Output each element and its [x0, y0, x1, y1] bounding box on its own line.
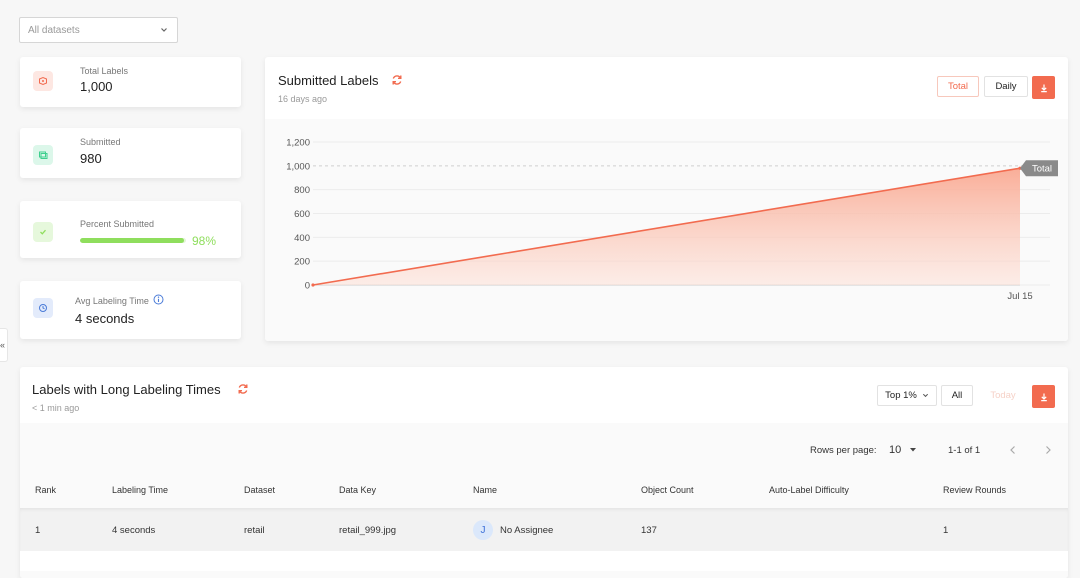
column-header-name[interactable]: Name	[473, 485, 497, 495]
column-header-review-rounds[interactable]: Review Rounds	[943, 485, 1006, 495]
rows-per-page-label: Rows per page:	[810, 445, 877, 456]
stat-label: Total Labels	[80, 66, 129, 76]
column-header-dataset[interactable]: Dataset	[244, 485, 275, 495]
caret-down-icon	[910, 448, 917, 452]
column-header-data-key[interactable]: Data Key	[339, 485, 376, 495]
percent-value: 98%	[192, 234, 217, 248]
stat-card-avg-labeling-time: Avg Labeling Time 4 seconds	[20, 281, 241, 339]
tag-icon	[33, 71, 53, 91]
check-icon	[33, 222, 53, 242]
series-end-tag-label: Total	[1032, 164, 1052, 175]
stat-label: Percent Submitted	[80, 219, 155, 229]
stat-card-percent-submitted: Percent Submitted 98%	[20, 201, 241, 258]
rows-per-page-value: 10	[889, 444, 902, 456]
cell-dataset: retail	[244, 525, 265, 536]
submitted-labels-chart: 0 200 400 600 800 1,000 1,200 Jul 15 Total	[286, 138, 1058, 302]
long-times-title: Labels with Long Labeling Times	[32, 382, 221, 397]
y-tick-label: 1,200	[286, 138, 310, 149]
percent-progress-bar	[80, 238, 186, 243]
submitted-labels-card: Submitted Labels 16 days ago Total Daily…	[265, 57, 1068, 341]
stat-card-total-labels: Total Labels 1,000	[20, 57, 241, 107]
table-header	[20, 475, 1068, 508]
cell-rank: 1	[35, 525, 41, 536]
x-tick-label: Jul 15	[1007, 291, 1032, 302]
cell-labeling-time: 4 seconds	[112, 525, 156, 536]
refresh-icon[interactable]	[237, 383, 249, 395]
avatar: J	[473, 520, 493, 540]
clock-icon	[33, 298, 53, 318]
long-times-updated: < 1 min ago	[32, 403, 80, 413]
table-footer-strip	[20, 551, 1068, 571]
info-icon[interactable]	[153, 294, 164, 305]
stat-value: 1,000	[80, 79, 113, 94]
page-range: 1-1 of 1	[948, 445, 981, 456]
stat-label: Avg Labeling Time	[75, 296, 149, 306]
stat-value: 980	[80, 151, 102, 166]
double-chevron-left-icon: «	[0, 340, 6, 350]
cell-name: No Assignee	[500, 525, 554, 536]
cell-data-key[interactable]: retail_999.jpg	[339, 525, 396, 536]
y-tick-label: 200	[294, 257, 310, 268]
dataset-select-value: All datasets	[28, 24, 80, 36]
layers-icon	[33, 145, 53, 165]
y-tick-label: 400	[294, 233, 310, 244]
cell-review-rounds: 1	[943, 525, 949, 536]
dataset-select[interactable]: All datasets	[19, 17, 178, 43]
y-tick-label: 0	[305, 281, 310, 292]
stat-value: 4 seconds	[75, 311, 135, 326]
sidebar-collapse-button[interactable]: «	[0, 328, 8, 362]
stat-card-submitted: Submitted 980	[20, 128, 241, 178]
data-point	[311, 283, 315, 287]
chevron-down-icon	[161, 28, 167, 32]
rows-per-page-select[interactable]: 10	[889, 441, 929, 459]
top-percent-select[interactable]: Top 1%	[877, 385, 937, 406]
column-header-auto-label-difficulty[interactable]: Auto-Label Difficulty	[769, 485, 849, 495]
column-header-labeling-time[interactable]: Labeling Time	[112, 485, 168, 495]
y-tick-label: 600	[294, 209, 310, 220]
cell-object-count: 137	[641, 525, 657, 536]
chevron-left-icon[interactable]	[1008, 445, 1018, 455]
today-button[interactable]: Today	[981, 385, 1025, 406]
chevron-down-icon	[922, 393, 928, 398]
column-header-rank[interactable]: Rank	[35, 485, 56, 495]
top-percent-value: Top 1%	[885, 390, 917, 401]
column-header-object-count[interactable]: Object Count	[641, 485, 694, 495]
stat-label: Submitted	[80, 137, 121, 147]
y-tick-label: 800	[294, 185, 310, 196]
download-icon	[1040, 393, 1047, 401]
y-tick-label: 1,000	[286, 161, 310, 172]
percent-progress-fill	[80, 238, 184, 243]
chevron-right-icon[interactable]	[1043, 445, 1053, 455]
download-button[interactable]	[1032, 385, 1055, 408]
all-button[interactable]: All	[941, 385, 973, 406]
long-labeling-times-card: Labels with Long Labeling Times < 1 min …	[20, 367, 1068, 578]
